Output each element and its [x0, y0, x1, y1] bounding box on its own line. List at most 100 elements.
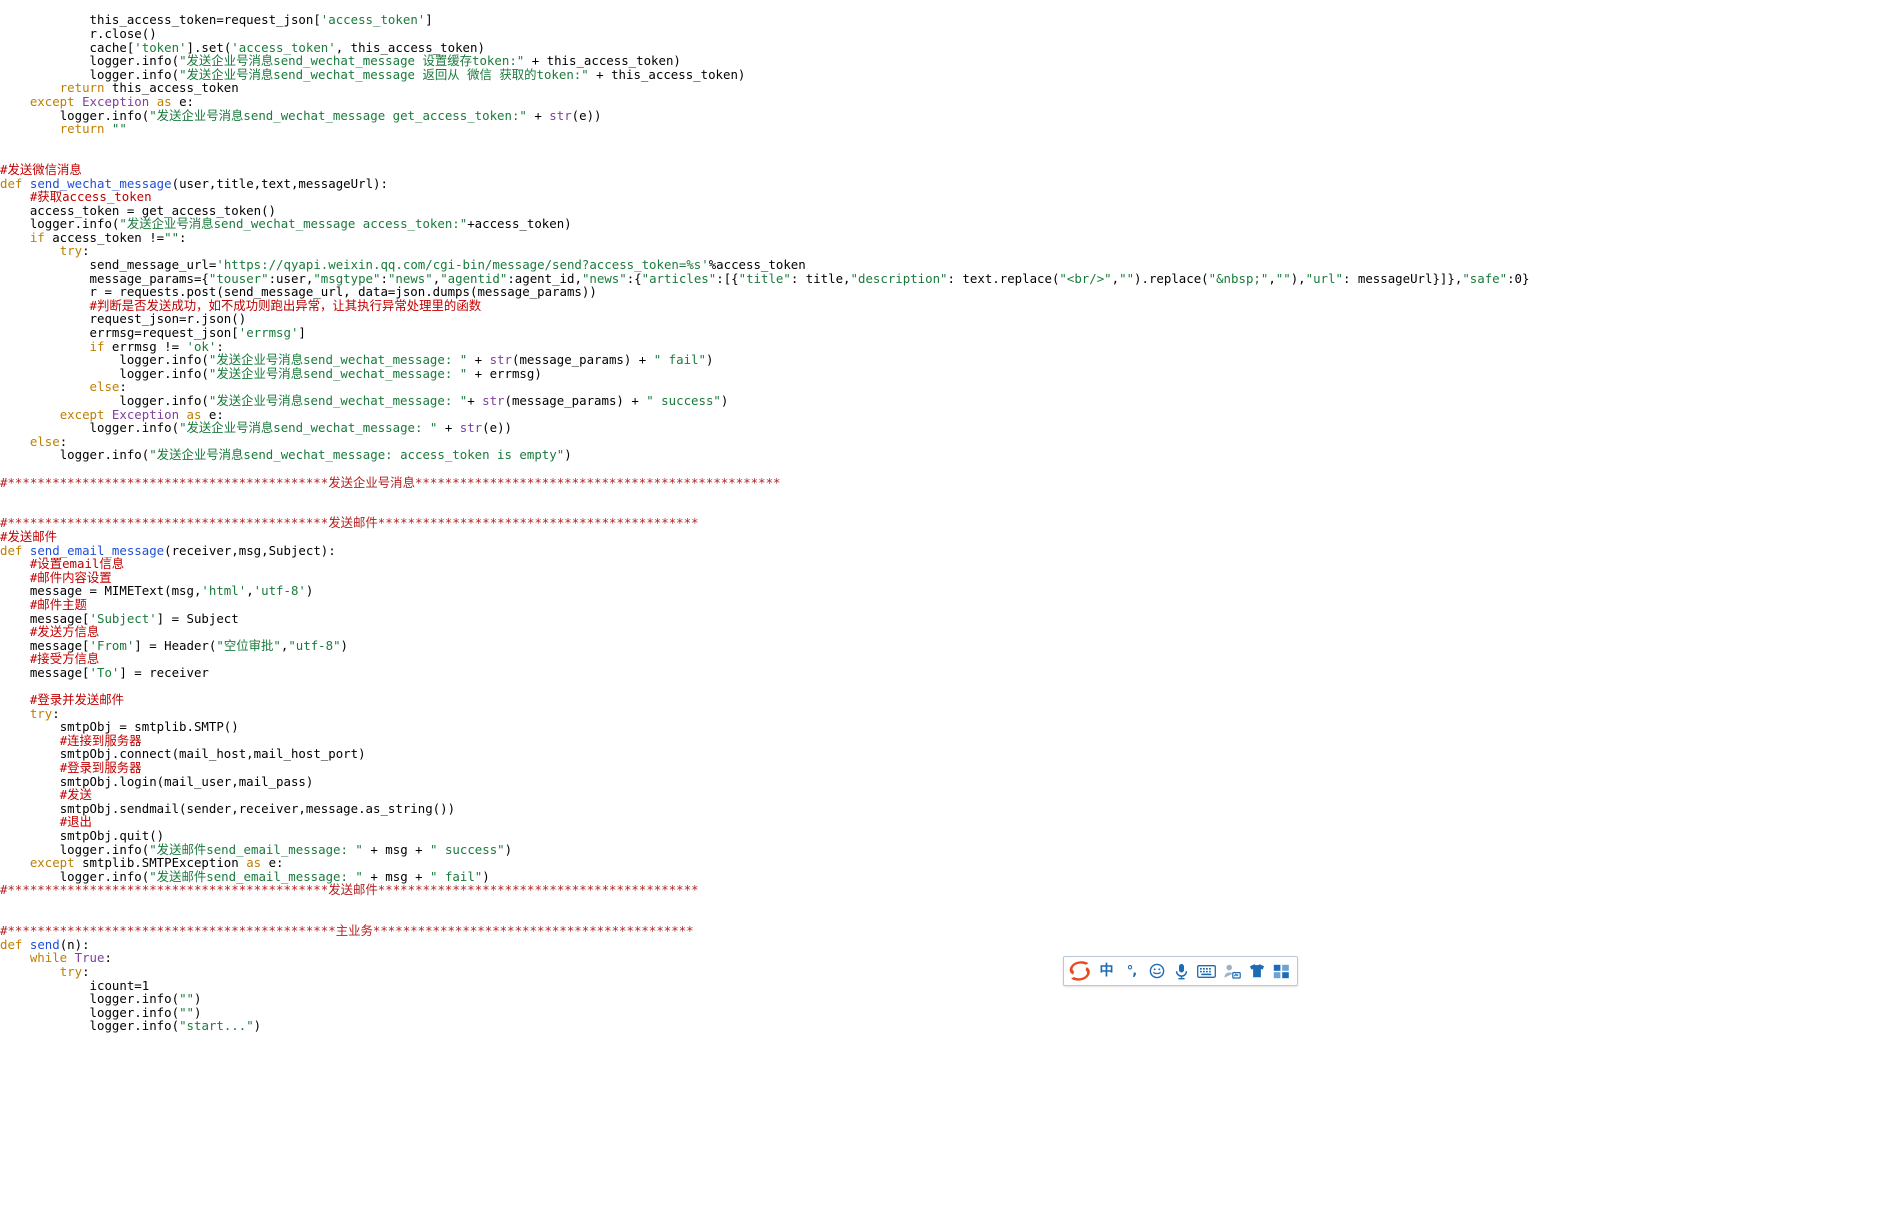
voice-input-icon[interactable]	[1169, 958, 1194, 984]
code-token-plain: : title,	[790, 270, 851, 286]
code-line: smtpObj.sendmail(sender,receiver,message…	[0, 802, 1903, 816]
code-line: r = requests.post(send_message_url, data…	[0, 285, 1903, 299]
code-token-str: "空位审批"	[216, 637, 281, 653]
code-token-str: "safe"	[1462, 270, 1508, 286]
code-line: message['From'] = Header("空位审批","utf-8")	[0, 637, 1903, 653]
code-token-kw: return	[59, 121, 105, 137]
code-token-plain: ]	[425, 12, 433, 28]
ime-punct-label: °,	[1126, 963, 1138, 979]
code-token-plain: ).replace(	[1134, 270, 1209, 286]
code-line: logger.info("发送邮件send_email_message: " +…	[0, 841, 1903, 857]
code-token-str: "description"	[850, 270, 948, 286]
code-token-sep: #***************************************…	[0, 923, 694, 939]
code-line: request_json=r.json()	[0, 312, 1903, 326]
code-line: #设置email信息	[0, 557, 1903, 571]
code-token-plain: :	[179, 229, 187, 245]
code-token-str: 'Subject'	[89, 610, 157, 626]
code-token-str: "&nbsp;"	[1208, 270, 1269, 286]
code-line: logger.info("发送企业号消息send_wechat_message …	[0, 217, 1903, 231]
code-line: smtpObj.quit()	[0, 829, 1903, 843]
code-token-plain: message[	[29, 664, 90, 680]
code-line: #退出	[0, 815, 1903, 829]
code-token-plain: ] = Header(	[134, 637, 217, 653]
code-token-str: "url"	[1305, 270, 1343, 286]
code-token-str: "发送企业号消息send_wechat_message get_access_t…	[149, 107, 527, 123]
code-token-str: "发送企业号消息send_wechat_message: "	[208, 393, 468, 409]
code-line: except Exception as e:	[0, 95, 1903, 109]
emoji-icon[interactable]	[1144, 958, 1169, 984]
soft-keyboard-icon[interactable]	[1194, 958, 1219, 984]
code-token-plain: (user,title,text,messageUrl):	[171, 175, 388, 191]
code-line: logger.info("start...")	[0, 1019, 1903, 1033]
code-token-kw2: str	[482, 393, 505, 409]
chinese-english-toggle-icon[interactable]: 中	[1094, 958, 1119, 984]
code-token-str: ""	[1275, 270, 1291, 286]
code-line: def send(n):	[0, 937, 1903, 952]
code-token-plain: + this_access_token)	[588, 66, 746, 82]
code-token-plain: ,	[246, 583, 254, 599]
toolbox-icon[interactable]	[1269, 958, 1294, 984]
ime-floating-toolbar[interactable]: 中 °,	[1063, 956, 1298, 986]
code-token-plain: + errmsg)	[467, 365, 542, 381]
code-token-str: "发送企业号消息send_wechat_message 返回从 微信 获取的to…	[179, 66, 589, 82]
code-token-plain: (e))	[571, 107, 602, 123]
sogou-logo-icon[interactable]	[1065, 958, 1094, 984]
skin-icon[interactable]	[1244, 958, 1269, 984]
code-token-plain: )	[705, 352, 714, 368]
code-token-str: " success"	[430, 841, 505, 857]
code-line: r.close()	[0, 27, 1903, 41]
code-token-str: "utf-8"	[288, 637, 341, 653]
code-line: logger.info("发送企业号消息send_wechat_message …	[0, 54, 1903, 68]
code-line: logger.info("发送企业号消息send_wechat_message:…	[0, 367, 1903, 381]
code-line: try:	[0, 244, 1903, 258]
code-line: #邮件内容设置	[0, 570, 1903, 585]
code-token-plain: logger.info(	[89, 420, 180, 436]
code-line: try:	[0, 706, 1903, 721]
code-line: #判断是否发送成功，如不成功则跑出异常，让其执行异常处理里的函数	[0, 299, 1903, 313]
code-token-str: " success"	[646, 393, 721, 409]
code-line: send_message_url='https://qyapi.weixin.q…	[0, 258, 1903, 272]
code-line: cache['token'].set('access_token', this_…	[0, 40, 1903, 55]
code-token-plain: :[{	[716, 270, 739, 286]
code-line: return this_access_token	[0, 81, 1903, 95]
code-token-str: 'html'	[201, 583, 247, 599]
code-token-plain: ,	[1268, 270, 1276, 286]
punctuation-mode-icon[interactable]: °,	[1119, 958, 1144, 984]
code-line: message['To'] = receiver	[0, 666, 1903, 680]
code-line: #邮件主题	[0, 598, 1903, 612]
code-token-plain: +	[467, 393, 483, 409]
code-line: while True:	[0, 951, 1903, 965]
code-line: if access_token !="":	[0, 231, 1903, 245]
code-token-str: "发送企业号消息send_wechat_message: access_toke…	[149, 447, 565, 463]
code-line: except smtplib.SMTPException as e:	[0, 856, 1903, 870]
code-token-str: " fail"	[653, 352, 706, 368]
code-token-plain: ] = Subject	[156, 610, 239, 626]
code-token-plain: smtpObj.sendmail(sender,receiver,message…	[59, 800, 456, 816]
code-token-plain: ] = receiver	[119, 664, 209, 680]
code-line: smtpObj = smtplib.SMTP()	[0, 720, 1903, 734]
code-token-plain: )	[720, 393, 729, 409]
code-line: message_params={"touser":user,"msgtype":…	[0, 270, 1903, 286]
handwriting-icon[interactable]	[1219, 958, 1244, 984]
code-token-str: "start..."	[179, 1018, 254, 1034]
code-token-plain: +	[437, 420, 460, 436]
code-line: smtpObj.connect(mail_host,mail_host_port…	[0, 747, 1903, 761]
code-line: #连接到服务器	[0, 734, 1903, 748]
code-token-kw2: str	[549, 107, 572, 123]
code-line: #发送方信息	[0, 625, 1903, 639]
code-line: logger.info("发送企业号消息send_wechat_message …	[0, 66, 1903, 82]
code-line: #发送邮件	[0, 530, 1903, 544]
code-token-plain: logger.info(	[89, 1018, 180, 1034]
code-line: #登录并发送邮件	[0, 693, 1903, 707]
code-token-sep: #***************************************…	[0, 515, 699, 531]
code-token-plain: ]	[298, 325, 306, 341]
code-token-plain: ),	[1290, 270, 1306, 286]
code-line: logger.info("")	[0, 992, 1903, 1006]
code-line: this_access_token=request_json['access_t…	[0, 13, 1903, 27]
